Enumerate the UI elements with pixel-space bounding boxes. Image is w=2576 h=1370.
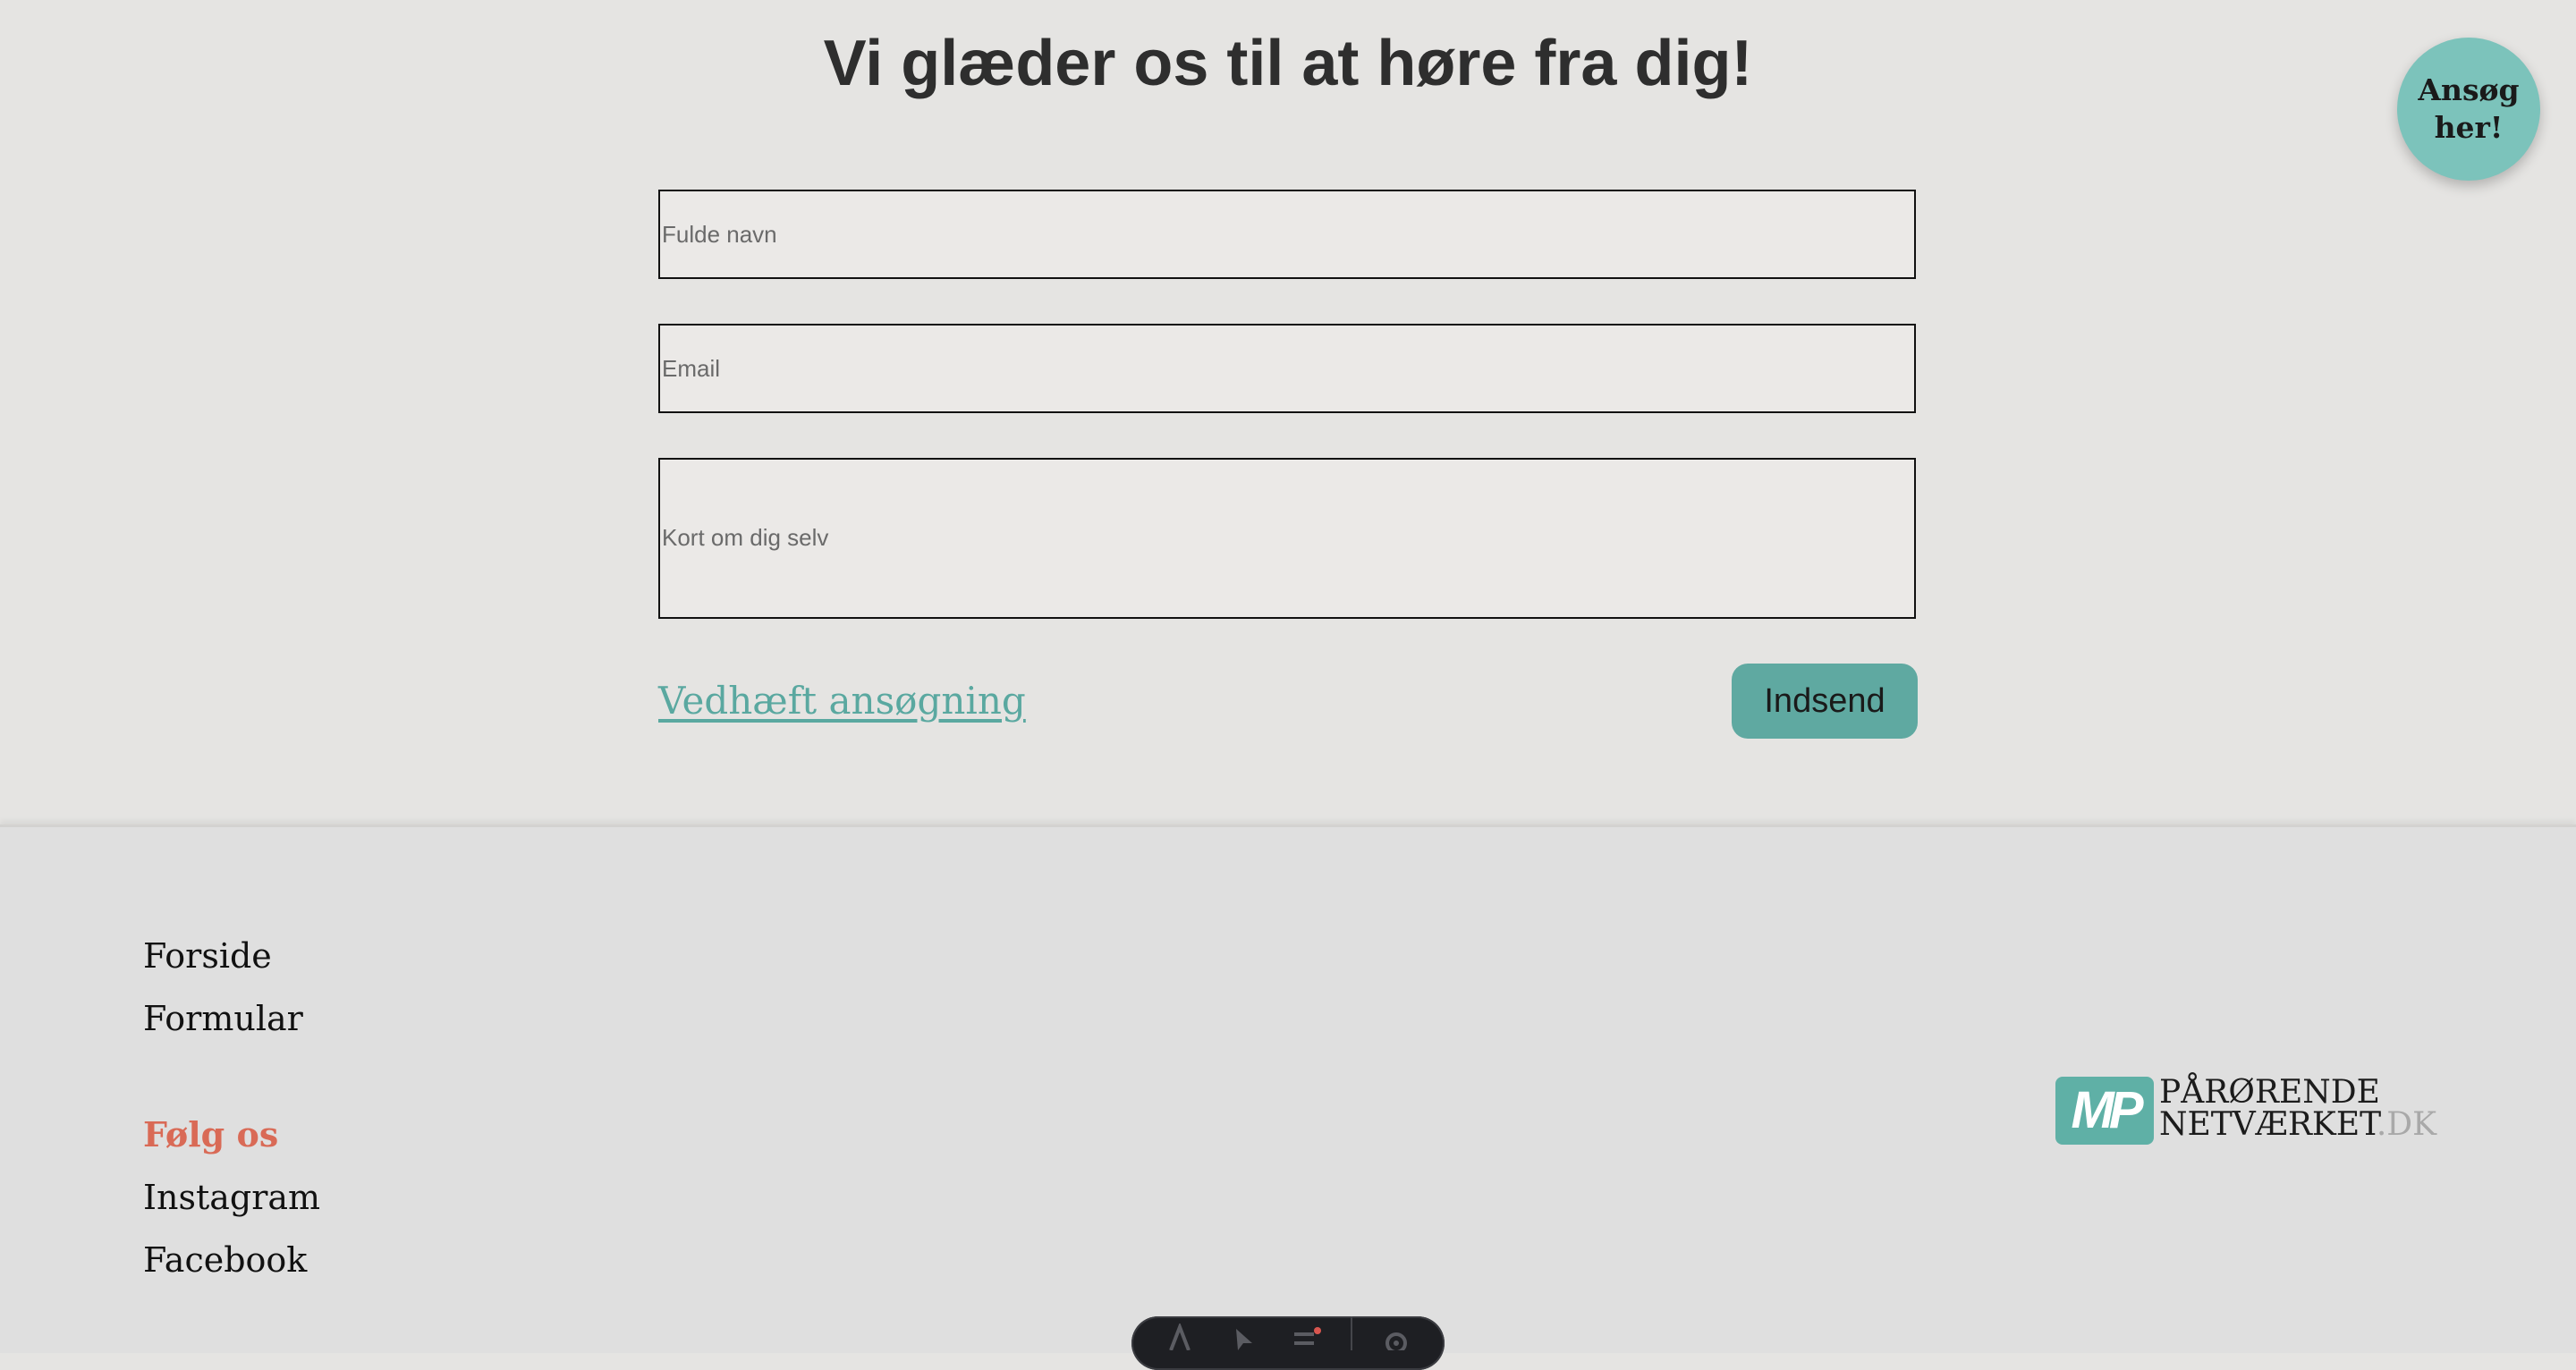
list-icon[interactable] [1287, 1316, 1326, 1350]
email-input[interactable] [658, 324, 1916, 413]
footer-link-facebook[interactable]: Facebook [143, 1238, 307, 1282]
logo-wordmark: PÅRØRENDE NETVÆRKET.DK [2159, 1077, 2436, 1141]
footer-link-instagram[interactable]: Instagram [143, 1175, 320, 1220]
full-name-input[interactable] [658, 190, 1916, 279]
toolbar-divider [1351, 1316, 1353, 1350]
attach-application-link[interactable]: Vedhæft ansøgning [658, 672, 1026, 730]
logo-line-2: NETVÆRKET [2159, 1106, 2377, 1143]
page-title: Vi glæder os til at høre fra dig! [823, 28, 1753, 99]
text-icon[interactable] [1160, 1316, 1199, 1350]
gear-icon[interactable] [1377, 1316, 1416, 1350]
logo-suffix: .DK [2376, 1106, 2437, 1143]
follow-us-heading: Følg os [143, 1114, 279, 1154]
contact-section: Vi glæder os til at høre fra dig! Vedhæf… [0, 0, 2576, 823]
submit-button[interactable]: Indsend [1732, 664, 1918, 739]
logo-mark: MP [2055, 1077, 2154, 1145]
footer-link-forside[interactable]: Forside [143, 934, 272, 978]
site-logo[interactable]: MP PÅRØRENDE NETVÆRKET.DK [2055, 1077, 2436, 1148]
logo-line-1: PÅRØRENDE [2159, 1074, 2380, 1111]
pointer-icon[interactable] [1224, 1316, 1263, 1350]
apply-here-label: Ansøg her! [2418, 72, 2520, 145]
apply-here-button[interactable]: Ansøg her! [2397, 38, 2540, 181]
dev-toolbar [1131, 1316, 1445, 1370]
about-textarea[interactable] [658, 458, 1916, 619]
footer-link-formular[interactable]: Formular [143, 996, 303, 1041]
